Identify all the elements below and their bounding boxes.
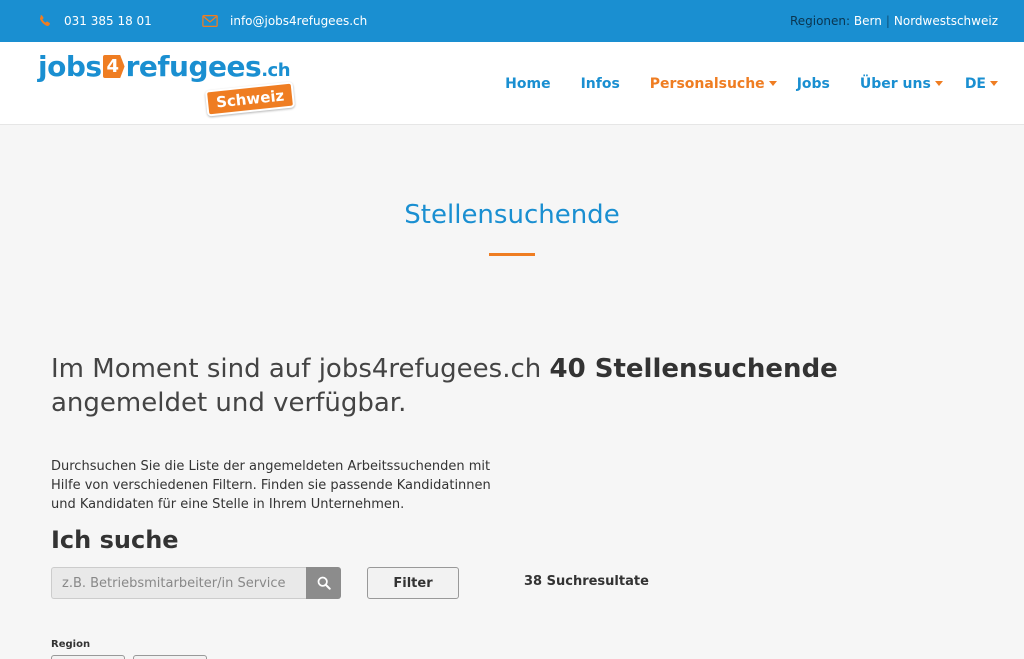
region-switcher: Regionen: Bern | Nordwestschweiz xyxy=(790,0,998,42)
filter-button[interactable]: Filter xyxy=(367,567,459,599)
logo-wordmark: jobs 4 refugees.ch xyxy=(38,50,291,83)
nav-home-label: Home xyxy=(505,75,551,92)
headline-pre: Im Moment sind auf jobs4refugees.ch xyxy=(51,354,550,384)
nav-jobs-label: Jobs xyxy=(796,75,830,92)
page-title: Stellensuchende xyxy=(404,200,620,230)
nav-jobs[interactable]: Jobs xyxy=(797,76,830,92)
region-separator: | xyxy=(885,14,890,28)
regions-label: Regionen: xyxy=(789,14,851,28)
results-count: 38 Suchresultate xyxy=(524,574,649,589)
nav-ueber-uns[interactable]: Über uns xyxy=(860,76,943,92)
nav-infos[interactable]: Infos xyxy=(581,76,620,92)
region-link-nordwestschweiz[interactable]: Nordwestschweiz xyxy=(894,14,998,28)
nav-language-label: DE xyxy=(964,75,986,92)
phone-number: 031 385 18 01 xyxy=(64,14,152,28)
logo-part-refugees: refugees xyxy=(125,50,262,83)
phone-icon xyxy=(39,15,50,27)
phone-contact[interactable]: 031 385 18 01 xyxy=(38,0,152,42)
headline: Im Moment sind auf jobs4refugees.ch 40 S… xyxy=(51,352,981,420)
logo-part-jobs: jobs xyxy=(38,50,102,83)
search-heading: Ich suche xyxy=(51,526,179,554)
headline-count: 40 Stellensuchende xyxy=(549,354,838,384)
caret-down-icon xyxy=(934,81,943,86)
description: Durchsuchen Sie die Liste der angemeldet… xyxy=(51,459,491,512)
region-filter-select[interactable] xyxy=(133,655,207,659)
email-contact[interactable]: info@jobs4refugees.ch xyxy=(202,0,367,42)
nav-infos-label: Infos xyxy=(580,75,620,92)
search-icon xyxy=(317,576,331,590)
caret-down-icon xyxy=(768,81,777,86)
logo-tld: .ch xyxy=(261,60,291,81)
search-input[interactable] xyxy=(51,567,306,599)
logo-badge: Schweiz xyxy=(204,81,296,117)
nav-language[interactable]: DE xyxy=(965,76,998,92)
search-box xyxy=(51,567,341,599)
caret-down-icon xyxy=(990,81,998,86)
main-nav: Home Infos Personalsuche Jobs Über uns D… xyxy=(475,42,998,125)
region-filter-select[interactable] xyxy=(51,655,125,659)
logo-part-four: 4 xyxy=(102,55,125,78)
headline-post: angemeldet und verfügbar. xyxy=(51,388,407,418)
email-address: info@jobs4refugees.ch xyxy=(230,14,368,28)
nav-personalsuche[interactable]: Personalsuche xyxy=(650,76,777,92)
title-underline xyxy=(489,253,535,256)
region-link-bern[interactable]: Bern xyxy=(854,14,882,28)
site-logo[interactable]: jobs 4 refugees.ch Schweiz xyxy=(38,50,298,122)
nav-personalsuche-label: Personalsuche xyxy=(649,75,765,92)
top-bar: 031 385 18 01 info@jobs4refugees.ch Regi… xyxy=(0,0,1024,42)
nav-ueber-uns-label: Über uns xyxy=(859,75,931,92)
region-filter-label: Region xyxy=(51,639,91,650)
search-button[interactable] xyxy=(306,567,341,599)
mail-icon xyxy=(202,15,218,27)
nav-home[interactable]: Home xyxy=(505,76,550,92)
